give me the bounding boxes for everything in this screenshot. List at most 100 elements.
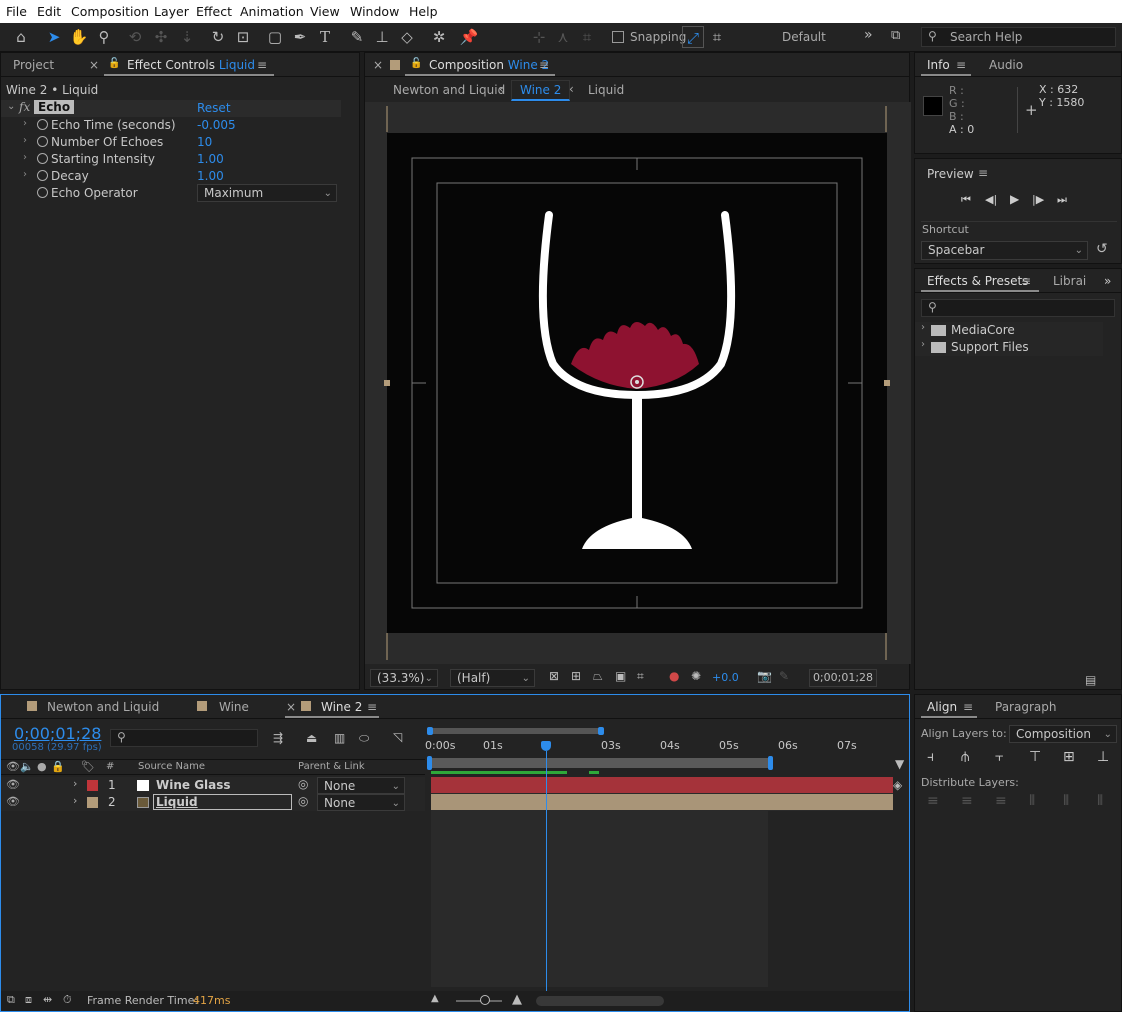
playhead-head[interactable]	[541, 741, 551, 751]
layer-row[interactable]: 👁 › 1 Wine Glass ◎ None ⌄	[1, 777, 425, 794]
last-frame-icon[interactable]: ⏭	[1057, 193, 1067, 207]
graph-editor-icon[interactable]: ◹	[393, 730, 402, 744]
pickwhip-icon[interactable]: ◎	[298, 777, 308, 791]
distribute-horizontal-center-icon[interactable]: ⦀	[1063, 793, 1069, 809]
close-icon[interactable]: ×	[286, 700, 296, 714]
parent-dropdown[interactable]: None ⌄	[317, 777, 405, 794]
work-area-right-handle[interactable]	[768, 756, 773, 770]
distribute-right-icon[interactable]: ⦀	[1097, 793, 1103, 809]
parent-dropdown[interactable]: None ⌄	[317, 794, 405, 811]
work-area-bar[interactable]	[429, 758, 772, 768]
chevron-right-icon[interactable]: ›	[73, 777, 77, 790]
play-icon[interactable]: ▶	[1010, 192, 1019, 206]
panel-menu-icon[interactable]: ≡	[1021, 274, 1031, 288]
comp-end-marker-icon[interactable]: ▼	[895, 757, 904, 771]
layer-search-input[interactable]: ⚲	[110, 729, 258, 747]
panel-menu-icon[interactable]: ≡	[978, 166, 988, 180]
track-area[interactable]	[431, 777, 893, 987]
chevron-right-icon[interactable]: ›	[23, 169, 27, 180]
viewer-timecode[interactable]: 0;00;01;28	[809, 669, 877, 687]
align-to-dropdown[interactable]: Composition ⌄	[1009, 725, 1117, 743]
echo-operator-dropdown[interactable]: Maximum ⌄	[197, 184, 337, 202]
color-management-icon[interactable]: ✺	[691, 669, 701, 683]
resolution-dropdown[interactable]: (Half) ⌄	[450, 669, 535, 687]
search-help-box[interactable]: ⚲ Search Help	[921, 27, 1116, 47]
shortcut-dropdown[interactable]: Spacebar ⌄	[921, 241, 1088, 260]
prop-value[interactable]: 1.00	[197, 152, 224, 166]
tab-wine-2[interactable]: Wine 2	[321, 700, 362, 714]
stopwatch-icon[interactable]	[37, 187, 48, 198]
align-horizontal-center-icon[interactable]: ⫛	[961, 749, 969, 765]
menu-window[interactable]: Window	[350, 4, 399, 19]
layer-bar-wine-glass[interactable]	[431, 777, 893, 793]
chevron-right-icon[interactable]: ›	[921, 339, 925, 350]
show-snapshot-icon[interactable]: ✎	[779, 669, 789, 683]
zoom-in-icon[interactable]: ▲	[512, 992, 522, 1007]
col-parent-link[interactable]: Parent & Link	[298, 761, 365, 772]
comp-viewer[interactable]	[365, 102, 911, 664]
workspace-overflow-icon[interactable]: »	[864, 27, 873, 43]
work-area-left-handle[interactable]	[427, 756, 432, 770]
align-right-icon[interactable]: ⫟	[995, 749, 1003, 765]
shy-layers-icon[interactable]: ▥	[334, 731, 345, 745]
exposure-value[interactable]: +0.0	[712, 671, 739, 684]
tab-align[interactable]: Align	[927, 700, 957, 714]
menu-animation[interactable]: Animation	[240, 4, 304, 19]
in-out-icon[interactable]: ⇹	[43, 993, 52, 1006]
snapping-checkbox[interactable]	[612, 31, 624, 43]
menu-view[interactable]: View	[310, 4, 340, 19]
reset-shortcut-icon[interactable]: ↺	[1096, 241, 1108, 257]
breadcrumb-liquid[interactable]: Liquid	[588, 83, 624, 97]
effect-row-echo[interactable]: ⌄ fx Echo Reset	[1, 100, 341, 117]
snapshot-icon[interactable]: 📷	[757, 669, 772, 683]
menu-help[interactable]: Help	[409, 4, 438, 19]
brush-tool-icon[interactable]: ✎	[346, 26, 368, 48]
layer-name[interactable]: Liquid	[153, 794, 292, 810]
selection-tool-icon[interactable]: ➤	[43, 26, 65, 48]
render-time-icon[interactable]: ⏱	[63, 993, 72, 1007]
prop-starting-intensity[interactable]: › Starting Intensity 1.00	[1, 151, 341, 168]
axis-view-icon[interactable]: ⌗	[576, 26, 598, 48]
panel-menu-icon[interactable]: ≡	[257, 58, 267, 72]
clone-stamp-tool-icon[interactable]: ⊥	[371, 26, 393, 48]
hand-tool-icon[interactable]: ✋	[68, 26, 90, 48]
snap-features-icon[interactable]: ⌗	[706, 26, 728, 48]
col-source-name[interactable]: Source Name	[138, 761, 205, 772]
tab-project[interactable]: Project	[13, 58, 54, 72]
chevron-right-icon[interactable]: ›	[23, 118, 27, 129]
prop-value[interactable]: 1.00	[197, 169, 224, 183]
folder-row-support-files[interactable]: › Support Files	[915, 339, 1103, 356]
tab-effects-presets[interactable]: Effects & Presets	[927, 274, 1028, 288]
transfer-controls-icon[interactable]: ⧈	[25, 993, 32, 1007]
stopwatch-icon[interactable]	[37, 153, 48, 164]
tab-wine[interactable]: Wine	[219, 700, 249, 714]
chevron-right-icon[interactable]: ›	[23, 135, 27, 146]
keyframe-navigator-icon[interactable]: ◈	[893, 778, 902, 792]
breadcrumb-wine-2[interactable]: Wine 2	[511, 80, 571, 101]
panel-overflow-icon[interactable]: »	[1104, 274, 1111, 288]
pan-behind-tool-icon[interactable]: ⊡	[232, 26, 254, 48]
folder-row-mediacore[interactable]: › MediaCore	[915, 322, 1103, 339]
layer-row[interactable]: 👁 › 2 Liquid ◎ None ⌄	[1, 794, 425, 811]
layer-switches-icon[interactable]: ⧉	[7, 993, 15, 1007]
dolly-tool-icon[interactable]: ⇣	[176, 26, 198, 48]
zoom-slider-thumb[interactable]	[480, 995, 490, 1005]
tab-composition[interactable]: Composition Wine 2	[429, 58, 549, 72]
snap-edges-icon[interactable]: ⤢	[682, 26, 704, 48]
pan-tool-icon[interactable]: ✣	[150, 26, 172, 48]
rotate-tool-icon[interactable]: ↻	[207, 26, 229, 48]
shape-tool-icon[interactable]: ▢	[264, 26, 286, 48]
close-icon[interactable]: ×	[373, 58, 383, 72]
eraser-tool-icon[interactable]: ◇	[396, 26, 418, 48]
eye-icon[interactable]: 👁	[6, 795, 20, 808]
axis-local-icon[interactable]: ⊹	[528, 26, 550, 48]
align-bottom-icon[interactable]: ⊥	[1097, 749, 1109, 765]
comp-canvas-svg[interactable]	[365, 102, 911, 664]
home-icon[interactable]: ⌂	[10, 26, 32, 48]
distribute-bottom-icon[interactable]: ≡	[995, 793, 1007, 809]
stopwatch-icon[interactable]	[37, 119, 48, 130]
tab-audio[interactable]: Audio	[989, 58, 1023, 72]
zoom-tool-icon[interactable]: ⚲	[93, 26, 115, 48]
pen-tool-icon[interactable]: ✒	[289, 26, 311, 48]
stopwatch-icon[interactable]	[37, 136, 48, 147]
